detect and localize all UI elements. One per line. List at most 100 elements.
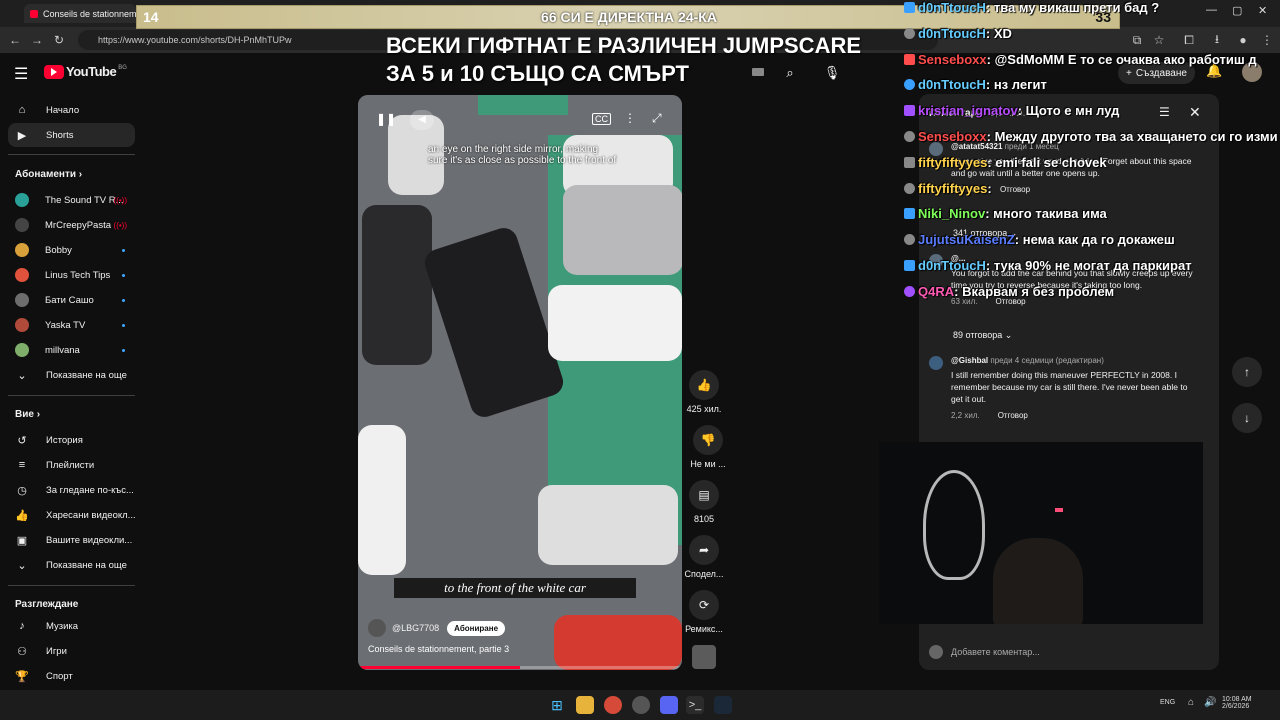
fullscreen-icon[interactable]: ⤢ [652,111,662,126]
share-icon: ➦ [689,535,719,565]
sidebar-sub-item[interactable]: The Sound TV R... ((•)) [8,188,135,212]
volume-icon[interactable]: ◀ [410,110,434,130]
sidebar-sub-item[interactable]: Бати Сашо [8,288,135,312]
sidebar-item-home[interactable]: ⌂ Начало [8,98,135,122]
pause-icon[interactable]: ❚❚ [376,112,396,126]
chat-badge-icon [904,2,915,13]
sidebar-item-sport[interactable]: 🏆 Спорт [8,664,135,688]
chat-badge-icon [904,105,915,117]
chevron-down-icon: ⌄ [17,369,27,382]
sidebar-item-label: Музика [46,620,79,632]
video-progress-bar[interactable] [358,666,682,669]
sidebar-sub-item[interactable]: MrCreepyPasta ((•)) [8,213,135,237]
comment-likes[interactable]: 2,2 хил. [951,411,980,420]
sidebar-sub-item[interactable]: Bobby [8,238,135,262]
sidebar-item-shorts[interactable]: ▶ Shorts [8,123,135,147]
chat-text: : много такива има [985,206,1107,222]
sidebar-item-your-videos[interactable]: ▣ Вашите видеокли... [8,528,135,552]
sidebar-sub-item[interactable]: Linus Tech Tips [8,263,135,287]
file-explorer-icon[interactable] [576,696,594,714]
sidebar-item-label: Yaska TV [45,319,86,331]
sidebar-item-playlists[interactable]: ≡ Плейлисти [8,453,135,477]
forward-icon[interactable]: → [28,31,46,49]
subscriptions-heading[interactable]: Абонаменти › [15,169,82,180]
home-icon: ⌂ [18,104,26,116]
subscribe-button[interactable]: Абониране [447,620,506,636]
remix-button[interactable]: ⟳ Ремикс... [682,590,726,634]
chat-username: d0nTtoucH [918,0,986,15]
microphone-icon[interactable]: 🎙 [820,62,844,84]
share-button[interactable]: ➦ Сподел... [682,535,726,579]
thumbs-down-icon: 👎 [693,425,723,455]
chat-badge-icon [904,131,915,142]
stream-overlay-line2: ЗА 5 и 10 СЪЩО СА СМЪРТ [386,61,689,86]
sidebar-item-label: Спорт [46,670,73,682]
video-car [554,615,682,670]
sidebar-item-label: MrCreepyPasta [45,219,111,231]
sidebar-item-label: Харесани видеокл... [46,509,135,521]
sidebar-item-music[interactable]: ♪ Музика [8,614,135,638]
sidebar-item-liked[interactable]: 👍 Харесани видеокл... [8,503,135,527]
video-progress-fill [358,666,520,669]
sidebar-item-gaming[interactable]: ⚇ Игри [8,639,135,663]
network-icon[interactable]: ⌂ [1188,697,1194,708]
sidebar-item-label: Shorts [46,129,74,141]
like-button[interactable]: 👍 425 хил. [682,370,726,414]
sound-thumbnail[interactable] [692,645,716,669]
chat-text: : XD [985,25,1012,41]
dislike-button[interactable]: 👎 Не ми ... [686,425,730,469]
you-heading[interactable]: Вие › [15,409,40,420]
chat-message: d0nTtoucH: тука 90% не могат да паркират [904,258,1192,273]
windows-start-icon[interactable]: ⊞ [548,696,566,714]
channel-info: @LBG7708 Абониране [368,619,506,637]
next-short-button[interactable]: ↓ [1232,403,1262,433]
discord-icon[interactable] [660,696,678,714]
more-options-icon[interactable]: ⋮ [624,111,636,125]
tab-title: Conseils de stationnement [43,8,136,19]
sidebar-show-more-subs[interactable]: ⌄ Показване на още [8,363,135,387]
sidebar-sub-item[interactable]: Yaska TV [8,313,135,337]
sidebar-show-more-you[interactable]: ⌄ Показване на още [8,553,135,577]
language-indicator[interactable]: ENG [1160,699,1175,706]
sidebar-sub-item[interactable]: millvana [8,338,135,362]
comment-count: 8105 [693,514,715,524]
reply-button[interactable]: Отговор [998,411,1028,420]
chat-badge-icon [904,182,915,194]
sidebar-item-watch-later[interactable]: ◷ За гледане по-къс... [8,478,135,502]
back-icon[interactable]: ← [6,31,24,49]
speaker-icon[interactable]: 🔊 [1204,697,1216,708]
trophy-icon: 🏆 [15,670,29,683]
keyboard-icon[interactable] [752,68,764,76]
comments-button[interactable]: ▤ 8105 [682,480,726,524]
steam-icon[interactable] [714,696,732,714]
chevron-down-icon: ⌄ [17,559,27,572]
youtube-logo[interactable]: YouTube BG [44,64,127,79]
comment-avatar[interactable] [929,356,943,370]
channel-handle[interactable]: @LBG7708 [392,623,439,633]
clock[interactable]: 10:08 AM 2/6/2026 [1222,696,1252,710]
add-comment-placeholder: Добавете коментар... [951,647,1040,657]
video-title[interactable]: Conseils de stationnement, partie 3 [368,644,509,654]
comment-user[interactable]: @Gishbal [951,356,988,365]
chrome-icon[interactable] [604,696,622,714]
video-parking-bay [478,95,568,115]
obs-icon[interactable] [632,696,650,714]
browser-tab[interactable]: Conseils de stationnement [24,4,136,23]
terminal-icon[interactable]: >_ [686,696,704,714]
remix-label: Ремикс... [685,624,723,634]
channel-avatar[interactable] [368,619,386,637]
new-content-dot [122,323,125,327]
previous-short-button[interactable]: ↑ [1232,357,1262,387]
reload-icon[interactable]: ↻ [50,31,68,49]
new-content-dot [122,348,125,352]
sidebar-item-history[interactable]: ↺ История [8,428,135,452]
short-video-player[interactable]: ❚❚ ◀ CC ⋮ ⤢ an eye on the right side mir… [358,95,682,670]
share-label: Сподел... [684,569,724,579]
clock-icon: ◷ [17,484,27,497]
show-replies-button[interactable]: 89 отговора ⌄ [953,330,1012,341]
new-content-dot [122,248,125,252]
add-comment-field[interactable]: Добавете коментар... [929,642,1209,662]
search-icon[interactable]: ⌕ [774,62,806,84]
captions-icon[interactable]: CC [592,113,611,125]
menu-icon[interactable]: ☰ [14,64,28,84]
